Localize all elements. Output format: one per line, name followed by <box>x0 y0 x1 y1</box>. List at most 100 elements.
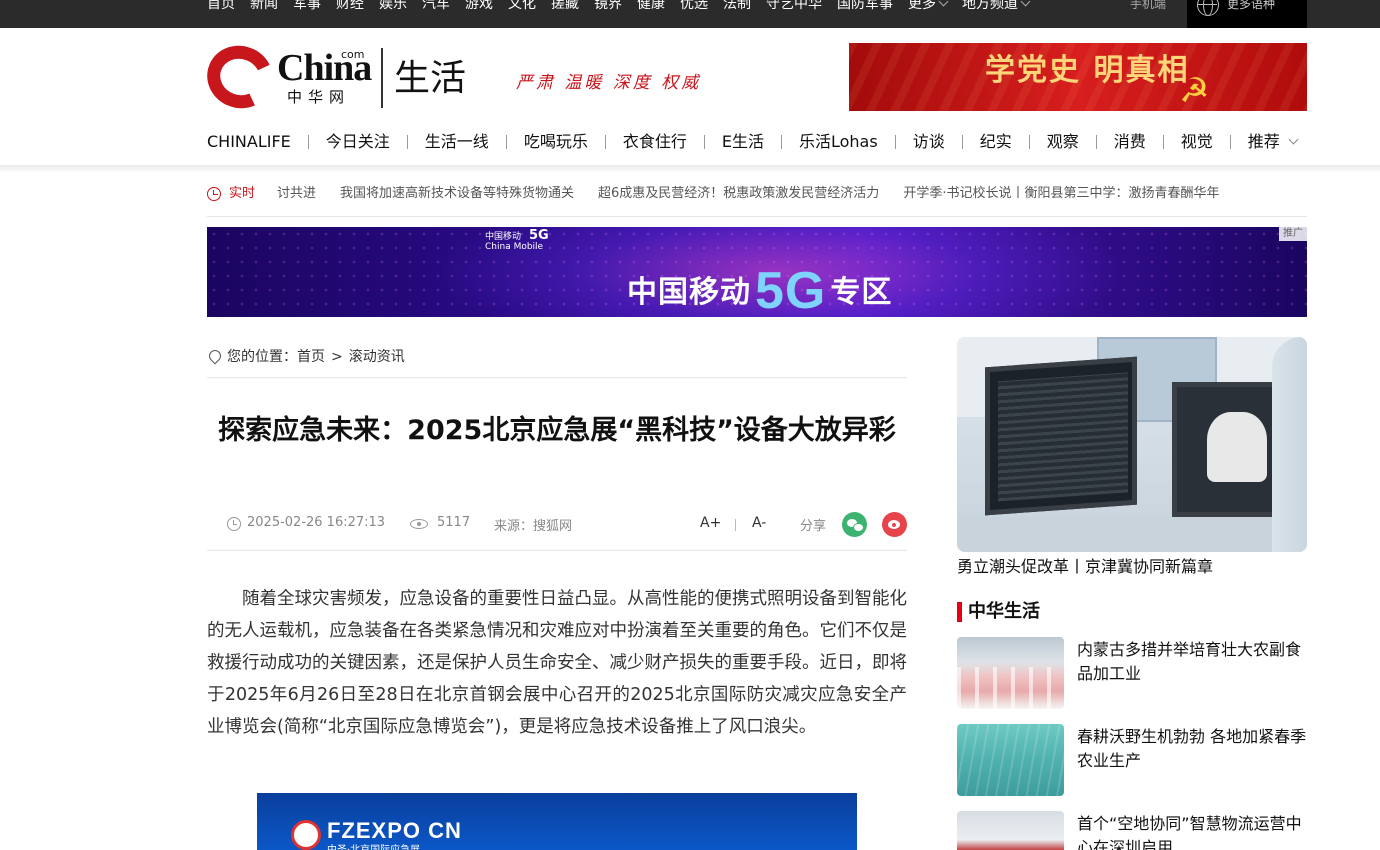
photo-desk <box>957 517 1307 552</box>
top-nav-item[interactable]: 财经 <box>336 0 364 16</box>
nav-item-living[interactable]: 衣食住行 <box>623 128 687 156</box>
nav-divider <box>406 135 408 149</box>
photo-person <box>1272 337 1307 552</box>
feature-caption[interactable]: 勇立潮头促改革丨京津冀协同新篇章 <box>957 556 1213 578</box>
side-news-item[interactable]: 首个“空地协同”智慧物流运营中心在深圳启用 <box>957 811 1307 850</box>
top-nav-item[interactable]: 军事 <box>293 0 321 16</box>
breadcrumb-home[interactable]: 首页 <box>297 347 325 367</box>
feature-photo[interactable] <box>957 337 1307 552</box>
nav-item-lohas[interactable]: 乐活Lohas <box>799 128 878 156</box>
top-nav-item[interactable]: 守艺中华 <box>766 0 822 16</box>
nav-item-focus[interactable]: 今日关注 <box>326 128 390 156</box>
top-nav-more[interactable]: 更多 <box>908 0 949 16</box>
nav-divider <box>505 135 507 149</box>
breadcrumb-label: 您的位置： <box>227 349 297 365</box>
banner-text: 学党史 明真相 <box>985 53 1190 88</box>
ad-brand-en: China Mobile <box>485 242 544 252</box>
site-logo[interactable]: China com 中华网 <box>198 36 372 118</box>
nav-item-documentary[interactable]: 纪实 <box>980 128 1012 156</box>
nav-divider <box>604 135 606 149</box>
nav-item-frontline[interactable]: 生活一线 <box>425 128 489 156</box>
party-emblem-icon: ☭ <box>1179 71 1210 111</box>
ticker-item[interactable]: 开学季·书记校长说丨衡阳县第三中学：激扬青春酬华年 <box>903 185 1219 203</box>
font-increase-button[interactable]: A+ <box>700 515 721 531</box>
top-nav-item[interactable]: 国防军事 <box>837 0 893 16</box>
top-nav-item[interactable]: 新闻 <box>250 0 278 16</box>
top-nav-item[interactable]: 首页 <box>207 0 235 16</box>
channel-slogan: 严肃 温暖 深度 权威 <box>516 73 702 93</box>
top-nav-item[interactable]: 文化 <box>508 0 536 16</box>
top-nav-item[interactable]: 搓藏 <box>551 0 579 16</box>
mobile-link[interactable]: 手机端 <box>1130 0 1166 16</box>
chevron-down-icon <box>938 0 949 7</box>
font-divider <box>735 519 736 531</box>
nav-item-elife[interactable]: E生活 <box>722 128 764 156</box>
top-bar: 首页 新闻 军事 财经 娱乐 汽车 游戏 文化 搓藏 镜界 健康 优选 法制 守… <box>0 0 1380 28</box>
section-title: 中华生活 <box>968 601 1040 622</box>
nav-item-recommend[interactable]: 推荐 <box>1247 128 1299 156</box>
top-nav-item[interactable]: 游戏 <box>465 0 493 16</box>
top-nav-local-label: 地方频道 <box>962 0 1018 12</box>
top-nav-item[interactable]: 镜界 <box>594 0 622 16</box>
top-nav-item[interactable]: 汽车 <box>422 0 450 16</box>
language-label: 更多语种 <box>1227 0 1276 11</box>
chevron-down-icon <box>1020 0 1031 7</box>
logo-com: com <box>341 48 365 61</box>
side-news-item[interactable]: 内蒙古多措并举培育壮大农副食品加工业 <box>957 637 1307 709</box>
nav-divider <box>307 135 309 149</box>
channel-name[interactable]: 生活 <box>394 56 466 102</box>
ad-headline-5g: 5G <box>755 262 827 317</box>
clock-icon <box>207 187 221 201</box>
location-pin-icon <box>206 347 224 365</box>
news-title[interactable]: 内蒙古多措并举培育壮大农副食品加工业 <box>1077 638 1307 686</box>
ticker-item[interactable]: 讨共进 <box>277 185 316 203</box>
weibo-share-icon[interactable] <box>882 512 907 537</box>
top-nav-item[interactable]: 优选 <box>680 0 708 16</box>
breadcrumb-current[interactable]: 滚动资讯 <box>349 347 405 367</box>
nav-shadow <box>0 165 1380 173</box>
logo-c-mark <box>198 36 282 118</box>
chevron-down-icon <box>1288 134 1299 145</box>
globe-icon <box>1197 0 1219 16</box>
news-ticker: 实时 讨共进 我国将加速高新技术设备等特殊货物通关 超6成惠及民营经济！税惠政策… <box>207 183 1307 217</box>
ticker-label: 实时 <box>229 186 256 201</box>
side-news-item[interactable]: 春耕沃野生机勃勃 各地加紧春季农业生产 <box>957 724 1307 796</box>
language-menu[interactable]: 更多语种 <box>1187 0 1307 28</box>
ticker-item[interactable]: 我国将加速高新技术设备等特殊货物通关 <box>340 185 574 203</box>
nav-item-consume[interactable]: 消费 <box>1114 128 1146 156</box>
party-history-banner[interactable]: 学党史 明真相 ☭ <box>849 43 1307 111</box>
nav-item-visual[interactable]: 视觉 <box>1181 128 1213 156</box>
news-title[interactable]: 首个“空地协同”智慧物流运营中心在深圳启用 <box>1077 812 1307 850</box>
ad-headline-suffix: 专区 <box>830 275 893 310</box>
nav-divider <box>1162 135 1164 149</box>
news-title[interactable]: 春耕沃野生机勃勃 各地加紧春季农业生产 <box>1077 725 1307 773</box>
top-nav-item[interactable]: 娱乐 <box>379 0 407 16</box>
nav-item-chinalife[interactable]: CHINALIFE <box>207 128 291 156</box>
top-nav-local[interactable]: 地方频道 <box>962 0 1031 16</box>
breadcrumb-separator: > <box>331 349 343 365</box>
news-thumbnail <box>957 724 1064 796</box>
clock-icon <box>227 517 241 531</box>
top-nav-item[interactable]: 法制 <box>723 0 751 16</box>
nav-divider <box>1095 135 1097 149</box>
wechat-share-icon[interactable] <box>842 512 867 537</box>
nav-divider <box>1229 135 1231 149</box>
share-label: 分享 <box>800 519 827 534</box>
ad-brand-cn: 中国移动 <box>485 232 522 242</box>
article-title: 探索应急未来：2025北京应急展“黑科技”设备大放异彩 <box>218 415 896 446</box>
expo-subtitle: 中圣·北京国际应急展 <box>327 841 420 850</box>
ticker-item[interactable]: 超6成惠及民营经济！税惠政策激发民营经济活力 <box>598 185 879 203</box>
nav-item-interview[interactable]: 访谈 <box>913 128 945 156</box>
nav-item-observe[interactable]: 观察 <box>1047 128 1079 156</box>
ticker-items: 讨共进 我国将加速高新技术设备等特殊货物通关 超6成惠及民营经济！税惠政策激发民… <box>277 185 1243 203</box>
main-nav: CHINALIFE 今日关注 生活一线 吃喝玩乐 衣食住行 E生活 乐活Loha… <box>207 128 1299 156</box>
china-mobile-5g-ad[interactable]: 中国移动 5G China Mobile 中国移动5G 专区 推广 <box>207 227 1307 317</box>
nav-item-recommend-label: 推荐 <box>1247 132 1280 151</box>
nav-divider <box>894 135 896 149</box>
top-nav-item[interactable]: 健康 <box>637 0 665 16</box>
font-decrease-button[interactable]: A- <box>752 515 766 531</box>
article-image: FZEXPO CN 中圣·北京国际应急展 <box>257 793 857 850</box>
nav-item-leisure[interactable]: 吃喝玩乐 <box>524 128 588 156</box>
photo-monitor-left <box>985 356 1137 516</box>
ad-label: 推广 <box>1279 227 1307 241</box>
